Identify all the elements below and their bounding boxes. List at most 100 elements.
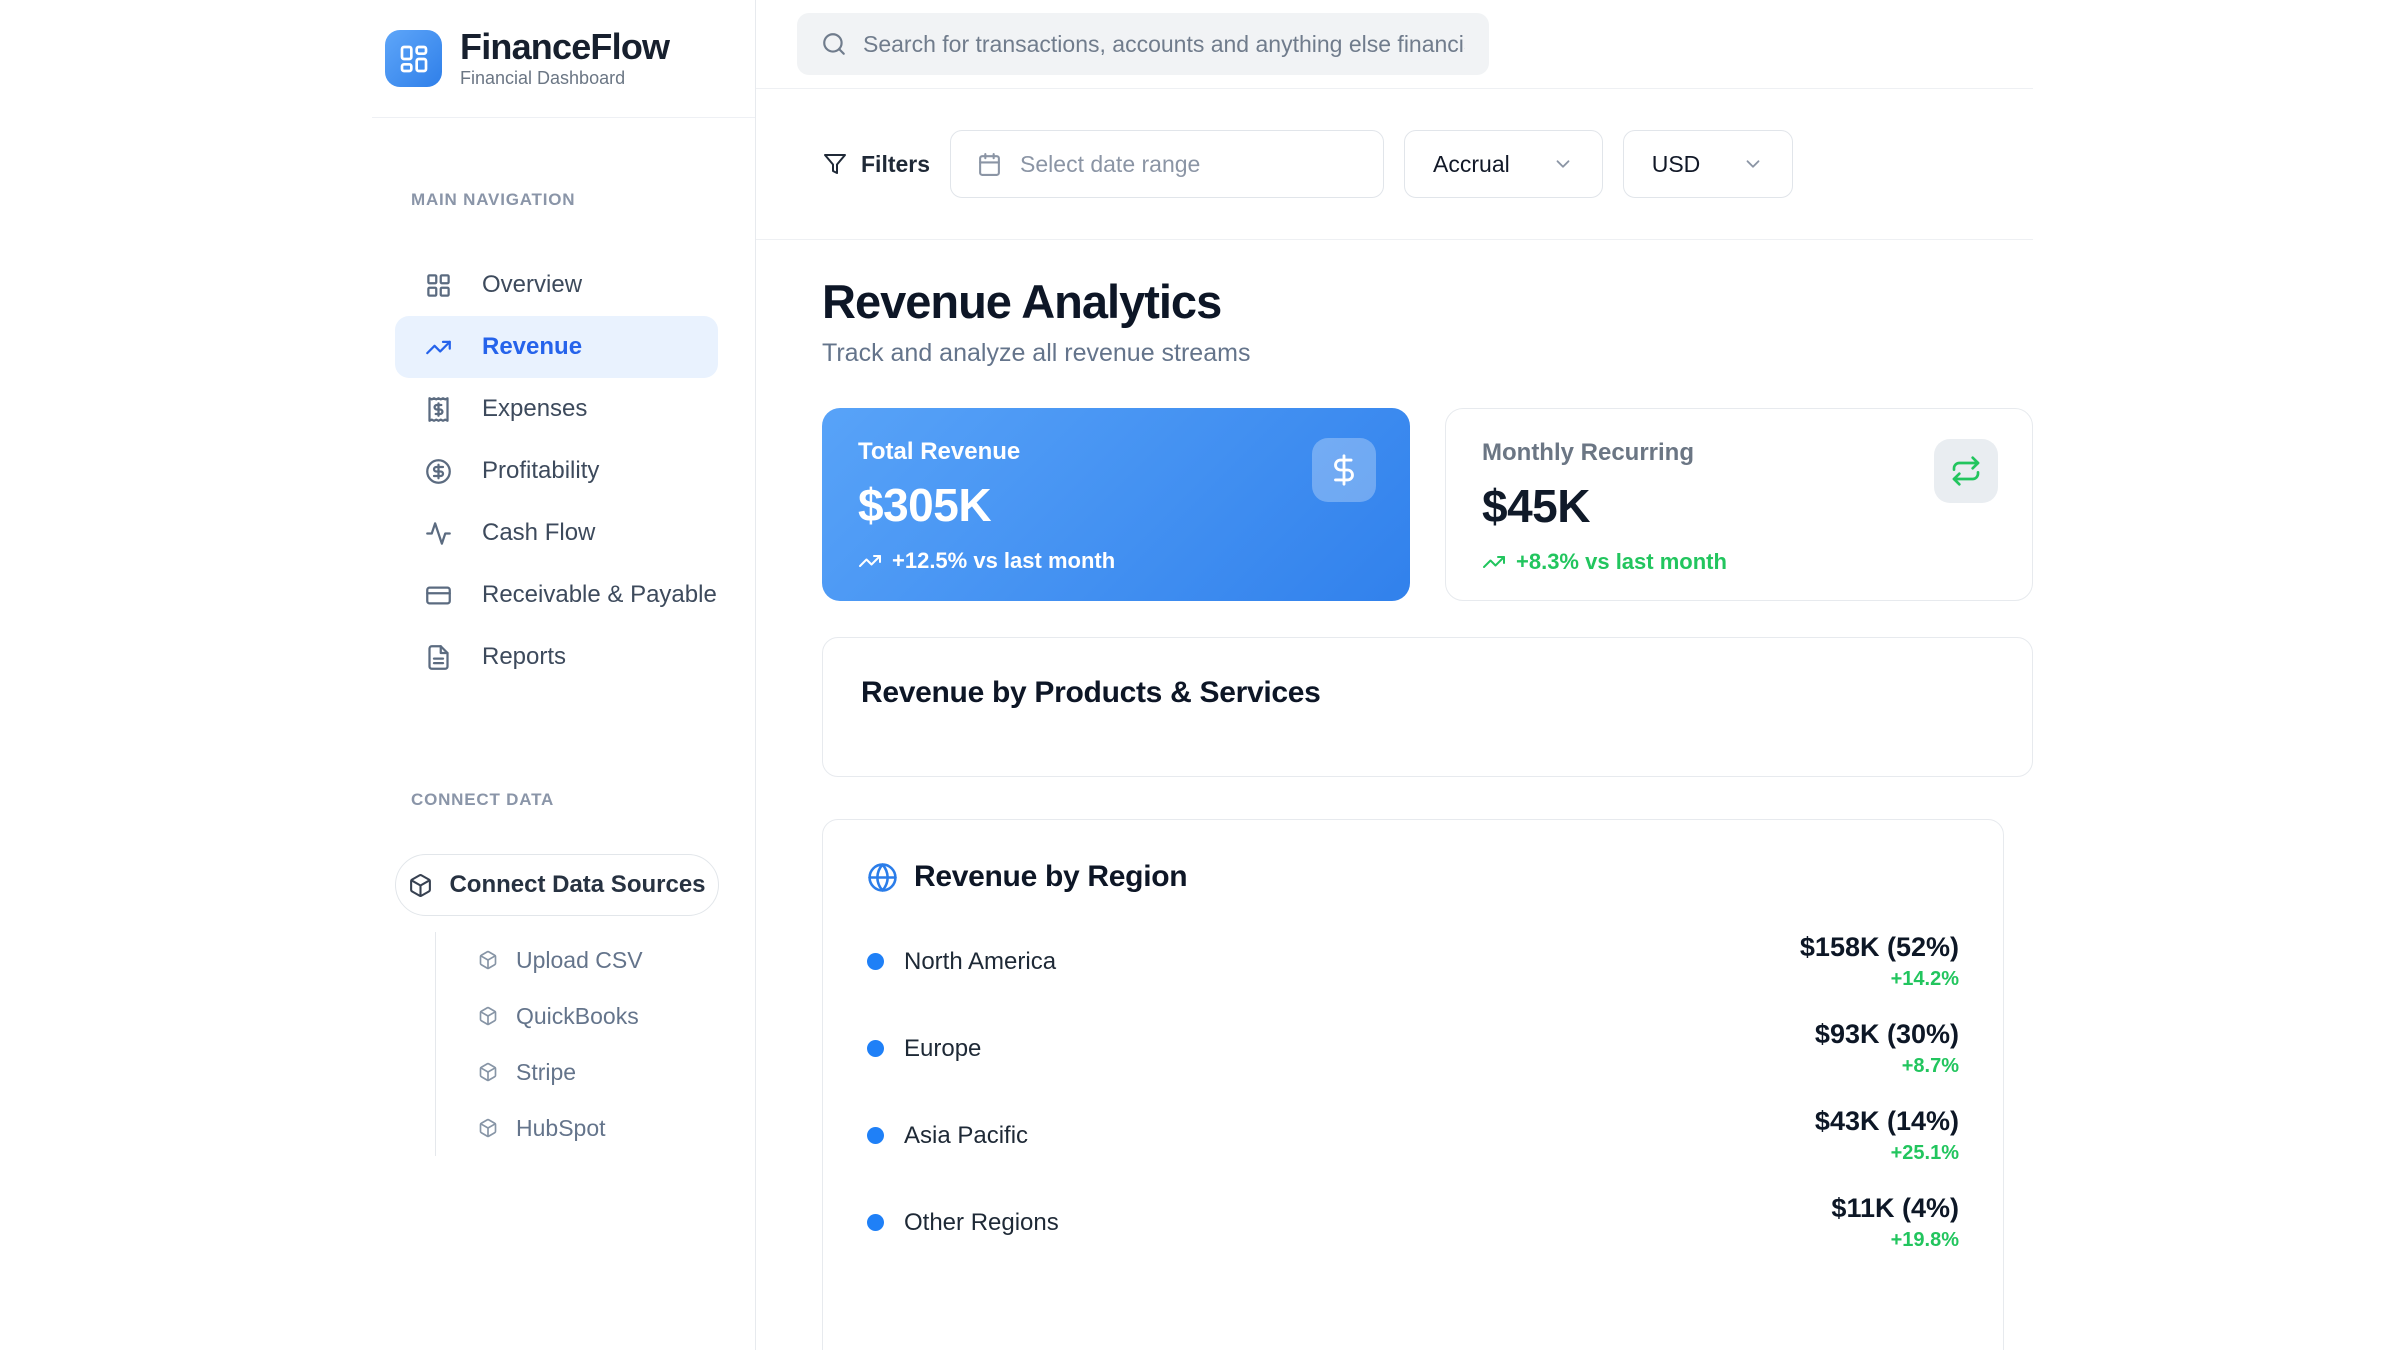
region-value: $158K (52%) <box>1800 932 1959 963</box>
sidebar-item-receivable-payable[interactable]: Receivable & Payable <box>395 564 718 626</box>
chevron-down-icon <box>1552 153 1574 175</box>
region-card-header: Revenue by Region <box>867 860 1959 894</box>
data-source-hubspot[interactable]: HubSpot <box>478 1100 718 1156</box>
region-row-europe: Europe $93K (30%) +8.7% <box>867 1005 1959 1092</box>
stat-cards: Total Revenue $305K +12.5% vs last month… <box>822 408 2033 601</box>
connect-section-label: CONNECT DATA <box>395 790 718 810</box>
stat-delta-text: +8.3% vs last month <box>1516 549 1727 575</box>
data-source-quickbooks[interactable]: QuickBooks <box>478 988 718 1044</box>
package-icon <box>478 1062 498 1082</box>
sidebar-item-reports[interactable]: Reports <box>395 626 718 688</box>
sidebar: FinanceFlow Financial Dashboard MAIN NAV… <box>372 0 756 1350</box>
search-input[interactable] <box>863 31 1465 58</box>
sidebar-item-label: Cash Flow <box>482 519 595 547</box>
stat-value: $305K <box>858 478 1374 532</box>
date-range-placeholder: Select date range <box>1020 151 1200 178</box>
currency-value: USD <box>1652 151 1701 178</box>
topbar <box>756 0 2033 89</box>
revenue-region-card: Revenue by Region North America $158K (5… <box>822 819 2004 1350</box>
sidebar-item-expenses[interactable]: Expenses <box>395 378 718 440</box>
region-name: Asia Pacific <box>867 1122 1028 1150</box>
region-name: Europe <box>867 1035 981 1063</box>
dollar-icon <box>1327 453 1361 487</box>
page-content: Revenue Analytics Track and analyze all … <box>756 240 2033 1350</box>
filters-bar: Filters Select date range Accrual USD <box>756 89 2033 240</box>
bullet-dot-icon <box>867 1214 884 1231</box>
brand-header: FinanceFlow Financial Dashboard <box>372 0 755 118</box>
region-name: Other Regions <box>867 1209 1059 1237</box>
page-title: Revenue Analytics <box>822 274 2033 329</box>
stat-value: $45K <box>1482 479 1996 533</box>
total-revenue-card: Total Revenue $305K +12.5% vs last month <box>822 408 1410 601</box>
region-value: $11K (4%) <box>1831 1193 1959 1224</box>
region-label: Other Regions <box>904 1209 1059 1237</box>
sidebar-body: MAIN NAVIGATION Overview Revenue Expense… <box>372 118 755 1156</box>
sidebar-item-profitability[interactable]: Profitability <box>395 440 718 502</box>
filters-toggle[interactable]: Filters <box>823 151 930 178</box>
app-root: FinanceFlow Financial Dashboard MAIN NAV… <box>0 0 2400 1350</box>
region-delta: +14.2% <box>1800 968 1959 991</box>
brand-tagline: Financial Dashboard <box>460 68 669 89</box>
dashboard-logo-icon <box>398 43 430 75</box>
sidebar-item-label: Reports <box>482 643 566 671</box>
accounting-basis-select[interactable]: Accrual <box>1404 130 1603 198</box>
stat-label: Total Revenue <box>858 438 1374 466</box>
region-metrics: $93K (30%) +8.7% <box>1815 1019 1959 1078</box>
region-card-title: Revenue by Region <box>914 860 1187 894</box>
bullet-dot-icon <box>867 1127 884 1144</box>
region-delta: +8.7% <box>1815 1055 1959 1078</box>
grid-icon <box>425 272 452 299</box>
region-delta: +19.8% <box>1831 1229 1959 1252</box>
nav-section-label: MAIN NAVIGATION <box>395 190 718 210</box>
region-metrics: $158K (52%) +14.2% <box>1800 932 1959 991</box>
data-source-label: HubSpot <box>516 1115 606 1142</box>
region-label: Europe <box>904 1035 981 1063</box>
products-card-title: Revenue by Products & Services <box>861 676 1994 710</box>
region-rows: North America $158K (52%) +14.2% Europe <box>867 918 1959 1266</box>
globe-icon <box>867 862 898 893</box>
region-value: $93K (30%) <box>1815 1019 1959 1050</box>
funnel-icon <box>823 152 847 176</box>
currency-select[interactable]: USD <box>1623 130 1794 198</box>
sidebar-item-label: Revenue <box>482 333 582 361</box>
data-source-upload-csv[interactable]: Upload CSV <box>478 932 718 988</box>
sidebar-item-revenue[interactable]: Revenue <box>395 316 718 378</box>
data-source-list: Upload CSV QuickBooks Stripe HubSpot <box>435 932 718 1156</box>
package-icon <box>408 873 433 898</box>
sidebar-item-label: Overview <box>482 271 582 299</box>
global-search[interactable] <box>797 13 1489 75</box>
region-label: North America <box>904 948 1056 976</box>
filters-label: Filters <box>861 151 930 178</box>
receipt-icon <box>425 396 452 423</box>
dollar-circle-icon <box>425 458 452 485</box>
connect-button-label: Connect Data Sources <box>449 871 705 899</box>
connect-data-sources-button[interactable]: Connect Data Sources <box>395 854 719 916</box>
data-source-label: QuickBooks <box>516 1003 639 1030</box>
monthly-recurring-card: Monthly Recurring $45K +8.3% vs last mon… <box>1445 408 2033 601</box>
sidebar-item-cash-flow[interactable]: Cash Flow <box>395 502 718 564</box>
region-label: Asia Pacific <box>904 1122 1028 1150</box>
chevron-down-icon <box>1742 153 1764 175</box>
region-delta: +25.1% <box>1815 1142 1959 1165</box>
data-source-label: Upload CSV <box>516 947 643 974</box>
main-area: Filters Select date range Accrual USD Re… <box>756 0 2033 1350</box>
package-icon <box>478 1006 498 1026</box>
data-source-stripe[interactable]: Stripe <box>478 1044 718 1100</box>
trending-up-icon <box>425 334 452 361</box>
region-value: $43K (14%) <box>1815 1106 1959 1137</box>
region-metrics: $43K (14%) +25.1% <box>1815 1106 1959 1165</box>
trending-up-icon <box>858 549 882 573</box>
app-logo <box>385 30 442 87</box>
trending-up-icon <box>1482 550 1506 574</box>
date-range-picker[interactable]: Select date range <box>950 130 1384 198</box>
credit-card-icon <box>425 582 452 609</box>
file-text-icon <box>425 644 452 671</box>
package-icon <box>478 950 498 970</box>
stat-label: Monthly Recurring <box>1482 439 1996 467</box>
sidebar-item-overview[interactable]: Overview <box>395 254 718 316</box>
sidebar-item-label: Profitability <box>482 457 599 485</box>
region-row-north-america: North America $158K (52%) +14.2% <box>867 918 1959 1005</box>
brand-name: FinanceFlow <box>460 28 669 66</box>
region-name: North America <box>867 948 1056 976</box>
data-source-label: Stripe <box>516 1059 576 1086</box>
